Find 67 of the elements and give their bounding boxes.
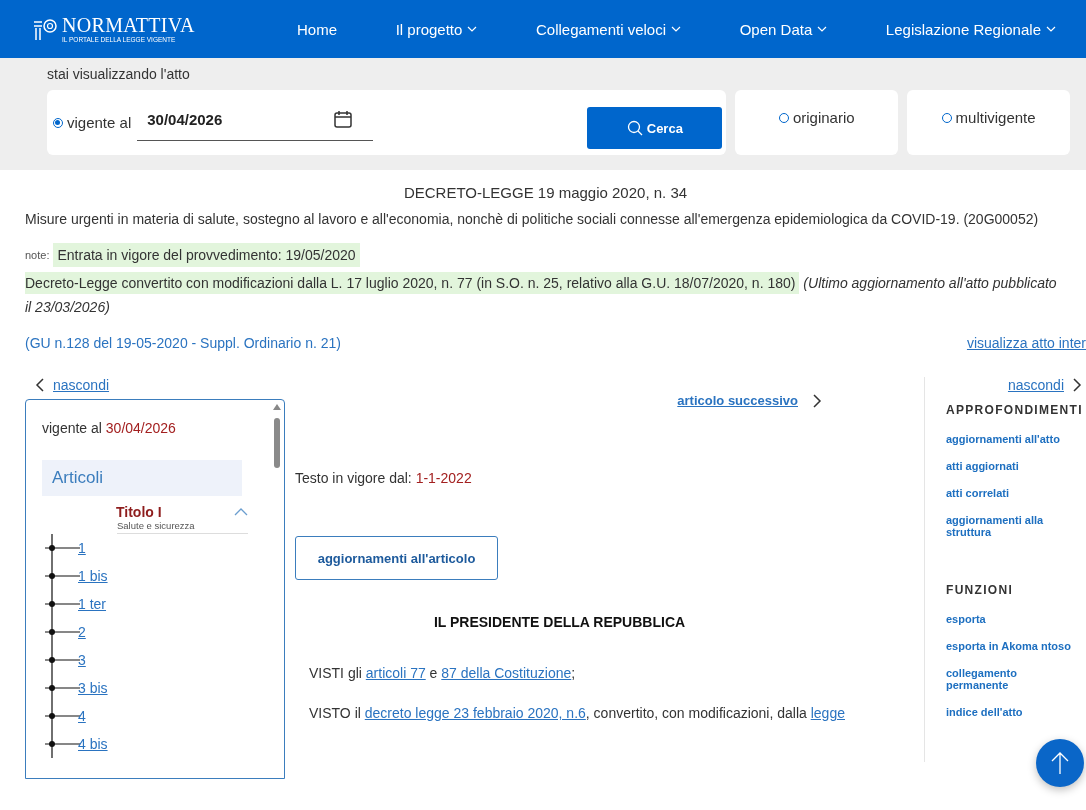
in-force-label: Testo in vigore dal:	[295, 470, 412, 486]
article-link[interactable]: 1 ter	[78, 596, 106, 612]
note-label: note:	[25, 249, 50, 261]
search-icon	[626, 120, 643, 136]
act-description: Misure urgenti in materia di salute, sostegno al lavoro e all'economia, nonchè di politiche sociali connesse all'emergenza epidemiologica da COVID-19. (20G00052)	[25, 210, 1040, 229]
chevron-up-icon[interactable]	[234, 508, 248, 516]
in-force-date: 1-1-2022	[415, 470, 472, 486]
chevron-right-icon[interactable]	[812, 393, 822, 408]
sidebar-link[interactable]: esporta	[946, 613, 1076, 625]
reference-link[interactable]: articoli 77	[365, 665, 426, 681]
section-heading: APPROFONDIMENTI	[946, 403, 1084, 417]
reference-link[interactable]: legge	[810, 705, 845, 721]
paragraph: VISTI gli articoli 77 e 87 della Costituzione;	[309, 664, 577, 682]
article-link[interactable]: 4	[78, 708, 86, 724]
nav-link[interactable]: Il progetto	[395, 20, 478, 38]
next-article-link[interactable]: articolo successivo	[677, 393, 798, 408]
reference-link[interactable]: decreto legge 23 febbraio 2020, n.6	[364, 705, 586, 721]
article-heading: IL PRESIDENTE DELLA REPUBBLICA	[432, 614, 687, 630]
date-field[interactable]: 30/04/2026	[137, 104, 374, 141]
article-updates-button[interactable]: aggiornamenti all'articolo	[295, 536, 498, 580]
section-heading[interactable]: Articoli	[42, 460, 242, 496]
section-heading: FUNZIONI	[946, 583, 1015, 597]
chevron-down-icon	[671, 26, 682, 32]
nav-link[interactable]: Open Data	[739, 20, 828, 38]
nav-link[interactable]: Collegamenti veloci	[536, 20, 682, 38]
chevron-down-icon	[467, 26, 478, 32]
note-text: Entrata in vigore del provvedimento: 19/05/2020	[53, 243, 360, 267]
sidebar-link[interactable]: esporta in Akoma ntoso	[946, 640, 1076, 652]
article-link[interactable]: 2	[78, 624, 86, 640]
caption: stai visualizzando l'atto	[47, 66, 191, 82]
chevron-left-icon[interactable]	[35, 378, 45, 392]
article-link[interactable]: 1	[78, 540, 86, 556]
sidebar-link[interactable]: aggiornamenti alla struttura	[946, 514, 1076, 538]
sidebar-link[interactable]: collegamento permanente	[946, 667, 1076, 691]
nav-link[interactable]: Legislazione Regionale	[885, 20, 1056, 38]
sidebar-link[interactable]: aggiornamenti all'atto	[946, 433, 1076, 445]
vigente-date: 30/04/2026	[105, 420, 176, 436]
article-link[interactable]: 4 bis	[78, 736, 108, 752]
paragraph: VISTO il decreto legge 23 febbraio 2020, n.6, convertito, con modificazioni, dalla legge	[309, 704, 846, 722]
logo-icon	[32, 16, 58, 42]
scroll-to-top-button[interactable]	[1036, 739, 1084, 787]
chevron-down-icon	[1046, 26, 1056, 32]
view-full-act-link[interactable]: visualizza atto inter	[966, 335, 1086, 351]
sidebar-link[interactable]: atti correlati	[946, 487, 1076, 499]
article-link[interactable]: 1 bis	[78, 568, 108, 584]
title-subtitle: Salute e sicurezza	[117, 520, 248, 534]
logo-title: NORMATTIVA	[62, 14, 195, 35]
article-link[interactable]: 3	[78, 652, 86, 668]
search-button[interactable]: Cerca	[587, 107, 723, 149]
radio-label: originario	[792, 109, 855, 126]
gazette-reference: (GU n.128 del 19-05-2020 - Suppl. Ordinario n. 21)	[25, 335, 341, 351]
article-link[interactable]: 3 bis	[78, 680, 108, 696]
hide-link[interactable]: nascondi	[53, 377, 110, 393]
radio-label: vigente al	[67, 114, 132, 131]
chevron-down-icon	[817, 26, 828, 32]
sidebar-link[interactable]: indice dell'atto	[946, 706, 1076, 718]
chevron-right-icon[interactable]	[1072, 378, 1082, 392]
radio-label: multivigente	[955, 109, 1036, 126]
sidebar-link[interactable]: atti aggiornati	[946, 460, 1076, 472]
arrow-up-icon	[1050, 751, 1070, 775]
act-title: DECRETO-LEGGE 19 maggio 2020, n. 34	[402, 184, 689, 201]
title-heading: Titolo I	[116, 504, 162, 520]
hide-link[interactable]: nascondi	[1007, 377, 1064, 393]
vigente-label: vigente al	[42, 420, 102, 436]
conversion-text: Decreto-Legge convertito con modificazioni dalla L. 17 luglio 2020, n. 77 (in S.O. n. 25, relativo alla G.U. 18/07/2020, n. 180) (Ultimo aggiornamento all'atto pubblicato il 23/03/2026)	[25, 271, 1066, 319]
nav-link[interactable]: Home	[297, 20, 337, 38]
calendar-icon[interactable]	[333, 109, 354, 129]
